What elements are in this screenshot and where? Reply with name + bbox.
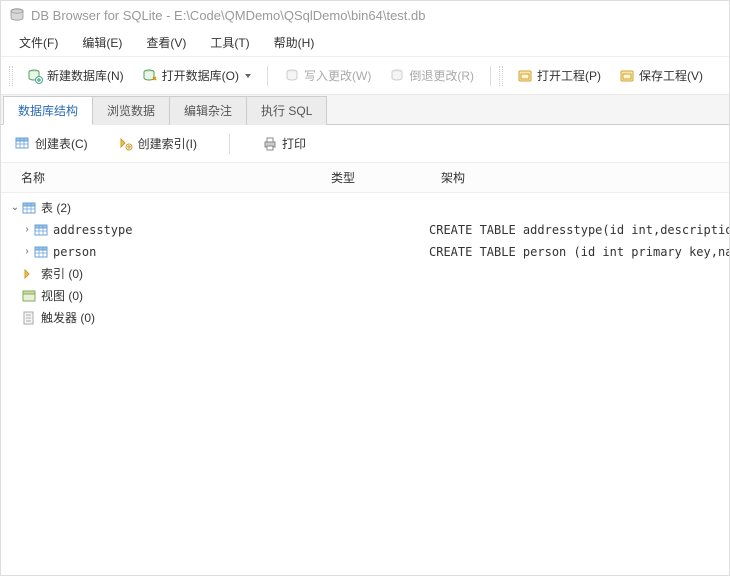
tree-node-views[interactable]: 视图 (0): [1, 285, 729, 307]
trigger-icon: [21, 311, 37, 325]
tab-structure[interactable]: 数据库结构: [3, 96, 93, 125]
table-icon: [33, 223, 49, 237]
caret-down-icon[interactable]: ⌄: [9, 199, 21, 217]
menu-edit[interactable]: 编辑(E): [72, 31, 132, 54]
menubar: 文件(F) 编辑(E) 查看(V) 工具(T) 帮助(H): [1, 29, 729, 57]
schema-text: CREATE TABLE addresstype(id int,descript…: [429, 221, 729, 239]
main-toolbar: 新建数据库(N) 打开数据库(O) 写入更改(W) 倒退更改(R) 打开工程(P…: [1, 57, 729, 95]
index-icon: [21, 267, 37, 281]
write-changes-icon: [284, 68, 300, 84]
tree-node-indices[interactable]: 索引 (0): [1, 263, 729, 285]
tab-sql[interactable]: 执行 SQL: [246, 96, 327, 125]
schema-tree: ⌄ 表 (2) › addresstype CREATE TABLE addre…: [1, 193, 729, 333]
tree-node-table-addresstype[interactable]: › addresstype CREATE TABLE addresstype(i…: [1, 219, 729, 241]
open-project-button[interactable]: 打开工程(P): [509, 63, 609, 88]
dropdown-arrow-icon: [245, 74, 251, 78]
new-database-button[interactable]: 新建数据库(N): [19, 63, 132, 88]
create-index-icon: [118, 136, 134, 152]
create-table-icon: [15, 136, 31, 152]
tab-bar: 数据库结构 浏览数据 编辑杂注 执行 SQL: [1, 95, 729, 125]
save-project-icon: [619, 68, 635, 84]
table-group-icon: [21, 201, 37, 215]
table-icon: [33, 245, 49, 259]
open-database-button[interactable]: 打开数据库(O): [134, 63, 259, 88]
new-database-icon: [27, 68, 43, 84]
tree-node-triggers[interactable]: 触发器 (0): [1, 307, 729, 329]
database-app-icon: [9, 7, 25, 23]
tree-header: 名称 类型 架构: [1, 163, 729, 193]
caret-right-icon[interactable]: ›: [21, 243, 33, 261]
create-table-button[interactable]: 创建表(C): [11, 133, 92, 154]
tree-node-table-person[interactable]: › person CREATE TABLE person (id int pri…: [1, 241, 729, 263]
tab-pragmas[interactable]: 编辑杂注: [169, 96, 247, 125]
toolbar-separator: [267, 66, 268, 86]
tree-node-tables[interactable]: ⌄ 表 (2): [1, 197, 729, 219]
menu-file[interactable]: 文件(F): [9, 31, 68, 54]
toolbar-handle[interactable]: [499, 66, 503, 86]
revert-changes-button: 倒退更改(R): [381, 63, 482, 88]
toolbar-separator: [490, 66, 491, 86]
structure-toolbar: 创建表(C) 创建索引(I) 打印: [1, 125, 729, 163]
toolbar-separator: [229, 134, 230, 154]
titlebar: DB Browser for SQLite - E:\Code\QMDemo\Q…: [1, 1, 729, 29]
print-icon: [262, 136, 278, 152]
view-icon: [21, 289, 37, 303]
schema-text: CREATE TABLE person (id int primary key,…: [429, 243, 729, 261]
column-schema[interactable]: 架构: [441, 169, 719, 186]
write-changes-button: 写入更改(W): [276, 63, 379, 88]
tab-browse[interactable]: 浏览数据: [92, 96, 170, 125]
menu-tools[interactable]: 工具(T): [200, 31, 259, 54]
create-index-button[interactable]: 创建索引(I): [114, 133, 201, 154]
column-name[interactable]: 名称: [21, 169, 331, 186]
menu-help[interactable]: 帮助(H): [264, 31, 325, 54]
column-type[interactable]: 类型: [331, 169, 441, 186]
print-button[interactable]: 打印: [258, 133, 310, 154]
window-title: DB Browser for SQLite - E:\Code\QMDemo\Q…: [31, 8, 426, 23]
save-project-button[interactable]: 保存工程(V): [611, 63, 711, 88]
open-project-icon: [517, 68, 533, 84]
revert-changes-icon: [389, 68, 405, 84]
toolbar-handle[interactable]: [9, 66, 13, 86]
caret-right-icon[interactable]: ›: [21, 221, 33, 239]
open-database-icon: [142, 68, 158, 84]
menu-view[interactable]: 查看(V): [136, 31, 196, 54]
